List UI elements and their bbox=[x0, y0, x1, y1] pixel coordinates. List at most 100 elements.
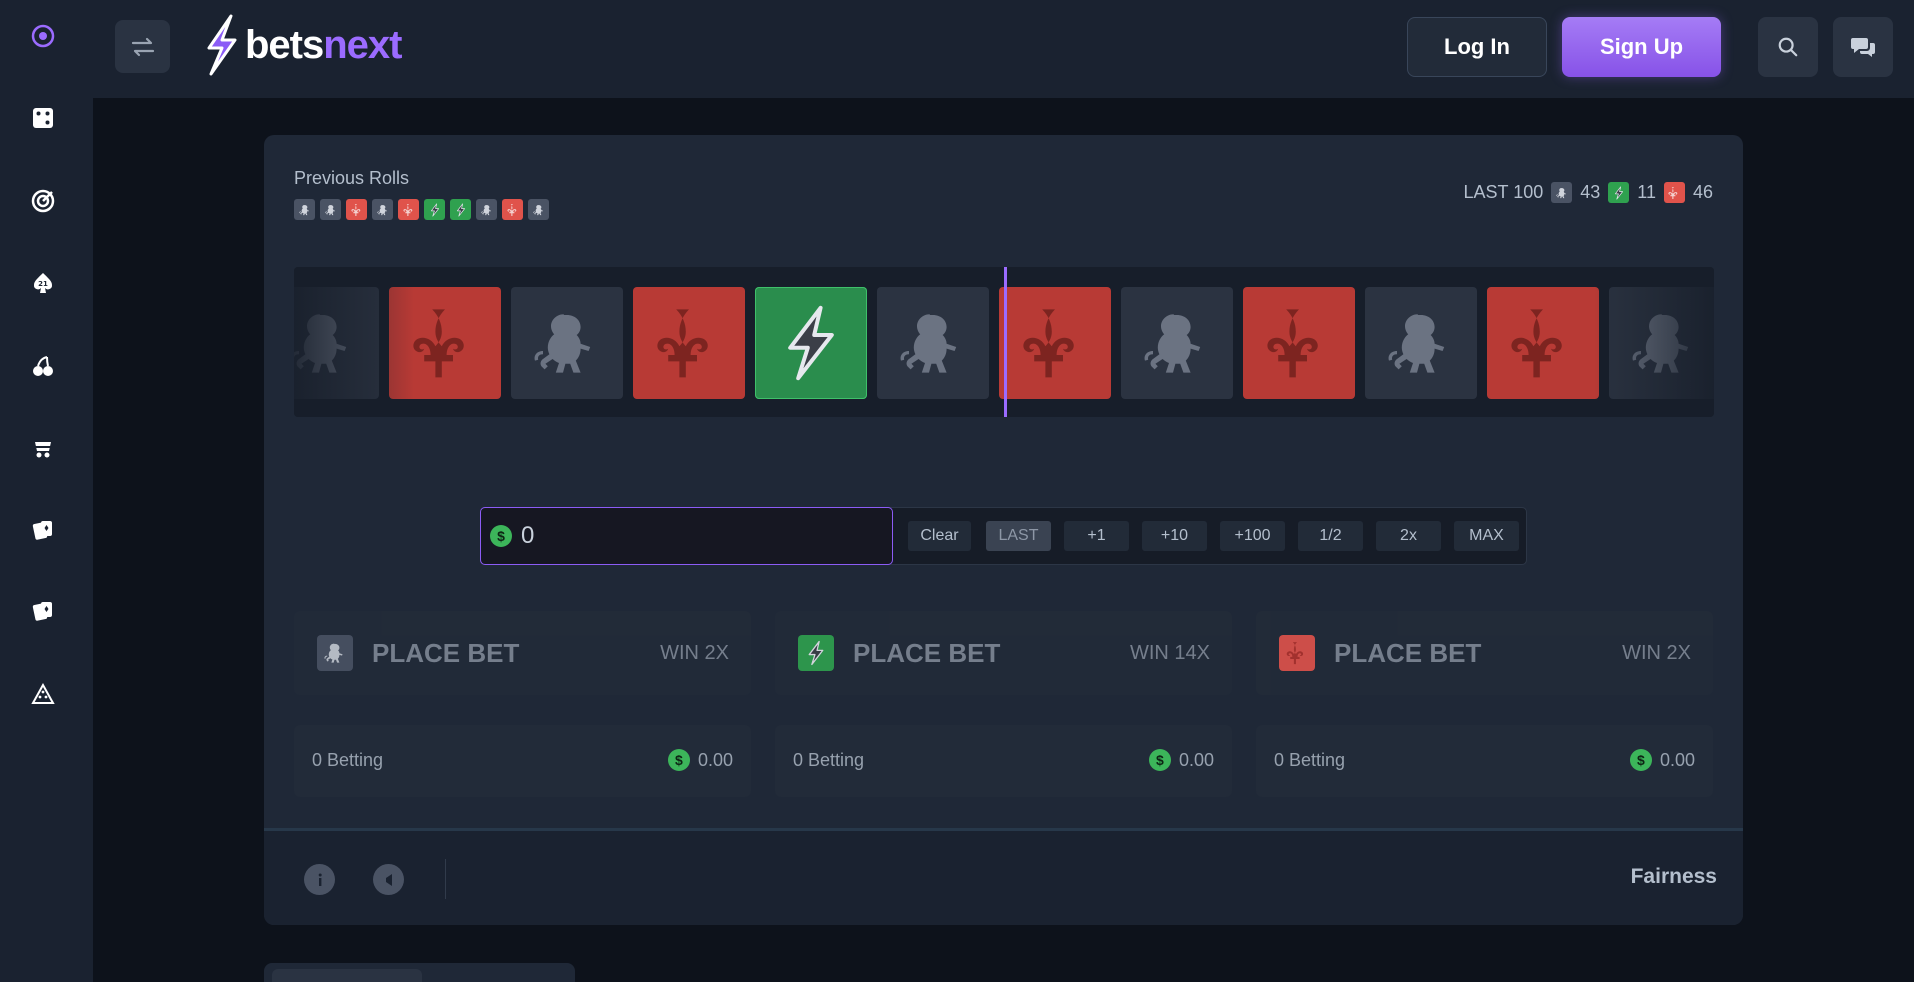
plus-1-button[interactable]: +1 bbox=[1064, 521, 1129, 551]
roll-tile-fleur bbox=[633, 287, 745, 399]
previous-roll-lion-chip bbox=[528, 199, 549, 220]
bolt-logo-icon bbox=[207, 14, 237, 76]
cards-icon[interactable] bbox=[28, 515, 58, 545]
sound-button[interactable] bbox=[373, 864, 404, 895]
place-bet-label: PLACE BET bbox=[372, 638, 520, 668]
bet-controls: $ 0 Clear LAST +1 +10 +100 1/2 2x MAX bbox=[480, 507, 1527, 565]
last-100-stats: LAST 100 43 11 46 bbox=[1464, 182, 1713, 203]
fairness-link[interactable]: Fairness bbox=[1631, 865, 1717, 889]
roll-tile-lion bbox=[294, 287, 379, 399]
panel-footer: Fairness bbox=[264, 828, 1743, 925]
place-bet-label: PLACE BET bbox=[1334, 638, 1482, 668]
last-100-lion-count: 43 bbox=[1580, 182, 1601, 202]
place-bet-fleur-button[interactable]: PLACE BET WIN 2X bbox=[1256, 611, 1713, 695]
lower-tabs bbox=[264, 963, 575, 982]
bet-amount-input[interactable]: $ 0 bbox=[480, 507, 893, 565]
search-icon bbox=[1778, 37, 1798, 57]
previous-rolls-title: Previous Rolls bbox=[294, 168, 410, 188]
plus-100-button[interactable]: +100 bbox=[1220, 521, 1285, 551]
roulette-panel: Previous Rolls LAST 100 43 11 46 $ 0 Cle… bbox=[264, 135, 1743, 925]
roll-tile-lion bbox=[1365, 287, 1477, 399]
betting-count: 0 Betting bbox=[793, 750, 865, 770]
double-button[interactable]: 2x bbox=[1376, 521, 1441, 551]
sidebar: 21 bbox=[0, 0, 93, 982]
betting-count: 0 Betting bbox=[1274, 750, 1346, 770]
sidebar-toggle-button[interactable] bbox=[115, 20, 170, 73]
lower-tab-active[interactable] bbox=[272, 969, 422, 982]
bolt-icon bbox=[798, 635, 834, 671]
speaker-icon bbox=[385, 873, 392, 886]
betting-amount: 0.00 bbox=[1178, 749, 1214, 770]
info-icon bbox=[318, 873, 322, 886]
dollar-coin-icon: $ bbox=[667, 749, 690, 771]
place-bet-label: PLACE BET bbox=[853, 638, 1001, 668]
win-multiplier: WIN 14X bbox=[1129, 642, 1210, 664]
login-button[interactable]: Log In bbox=[1407, 17, 1547, 77]
max-button[interactable]: MAX bbox=[1454, 521, 1519, 551]
bolt-betting-summary: 0 Betting $0.00 bbox=[775, 725, 1232, 797]
betting-count: 0 Betting bbox=[312, 750, 384, 770]
roll-tile-fleur bbox=[999, 287, 1111, 399]
dollar-coin-icon: $ bbox=[490, 525, 512, 547]
search-button[interactable] bbox=[1758, 17, 1818, 77]
mines-cart-icon[interactable] bbox=[28, 433, 58, 463]
place-bet-lion-button[interactable]: PLACE BET WIN 2X bbox=[294, 611, 751, 695]
roll-strip bbox=[294, 267, 1714, 417]
lion-icon bbox=[1551, 182, 1573, 203]
dollar-coin-icon: $ bbox=[1148, 749, 1171, 771]
lion-betting-summary: 0 Betting $0.00 bbox=[294, 725, 751, 797]
brand-logo[interactable]: betsnext bbox=[201, 12, 403, 78]
last-100-fleur-count: 46 bbox=[1692, 182, 1713, 202]
plus-10-button[interactable]: +10 bbox=[1142, 521, 1207, 551]
half-button[interactable]: 1/2 bbox=[1298, 521, 1363, 551]
cherries-icon[interactable] bbox=[28, 351, 58, 381]
dice-icon[interactable] bbox=[28, 103, 58, 133]
previous-roll-fleur-chip bbox=[346, 199, 367, 220]
last-button[interactable]: LAST bbox=[986, 521, 1051, 551]
win-multiplier: WIN 2X bbox=[660, 642, 729, 664]
footer-divider bbox=[445, 859, 446, 899]
previous-roll-bolt-chip bbox=[450, 199, 471, 220]
last-100-bolt-count: 11 bbox=[1637, 182, 1656, 202]
roll-tile-lion bbox=[1609, 287, 1714, 399]
previous-roll-lion-chip bbox=[372, 199, 393, 220]
win-multiplier: WIN 2X bbox=[1622, 642, 1691, 664]
clear-button[interactable]: Clear bbox=[908, 521, 971, 551]
svg-text:21: 21 bbox=[38, 280, 48, 288]
roll-tile-lion bbox=[511, 287, 623, 399]
previous-roll-lion-chip bbox=[476, 199, 497, 220]
plinko-icon[interactable] bbox=[28, 679, 58, 709]
previous-roll-lion-chip bbox=[294, 199, 315, 220]
chat-button[interactable] bbox=[1833, 17, 1893, 77]
lion-icon bbox=[317, 635, 353, 671]
brand-bets: bets bbox=[245, 22, 324, 67]
roll-tile-lion bbox=[877, 287, 989, 399]
fleur-betting-summary: 0 Betting $0.00 bbox=[1256, 725, 1713, 797]
previous-rolls bbox=[294, 199, 549, 220]
blackjack-icon[interactable]: 21 bbox=[28, 268, 58, 298]
bet-amount-value[interactable]: 0 bbox=[521, 522, 534, 550]
cards-alt-icon[interactable] bbox=[28, 596, 58, 626]
fleur-icon bbox=[1279, 635, 1315, 671]
previous-roll-lion-chip bbox=[320, 199, 341, 220]
last-100-label: LAST 100 bbox=[1463, 182, 1544, 202]
betting-amount: 0.00 bbox=[1659, 749, 1695, 770]
dollar-coin-icon: $ bbox=[1629, 749, 1652, 771]
roll-tile-fleur bbox=[1487, 287, 1599, 399]
top-header: betsnext Log In Sign Up bbox=[93, 0, 1914, 98]
previous-roll-fleur-chip bbox=[398, 199, 419, 220]
previous-roll-fleur-chip bbox=[502, 199, 523, 220]
previous-roll-bolt-chip bbox=[424, 199, 445, 220]
roll-tile-fleur bbox=[389, 287, 501, 399]
roll-tile-bolt bbox=[755, 287, 867, 399]
brand-next: next bbox=[323, 22, 402, 67]
signup-button[interactable]: Sign Up bbox=[1562, 17, 1721, 77]
target-icon[interactable] bbox=[28, 186, 58, 216]
place-bet-bolt-button[interactable]: PLACE BET WIN 14X bbox=[775, 611, 1232, 695]
bolt-icon bbox=[1608, 182, 1630, 203]
betting-amount: 0.00 bbox=[697, 749, 733, 770]
home-icon[interactable] bbox=[28, 21, 58, 51]
info-button[interactable] bbox=[304, 864, 335, 895]
roll-tile-lion bbox=[1121, 287, 1233, 399]
arrows-icon bbox=[131, 37, 154, 56]
